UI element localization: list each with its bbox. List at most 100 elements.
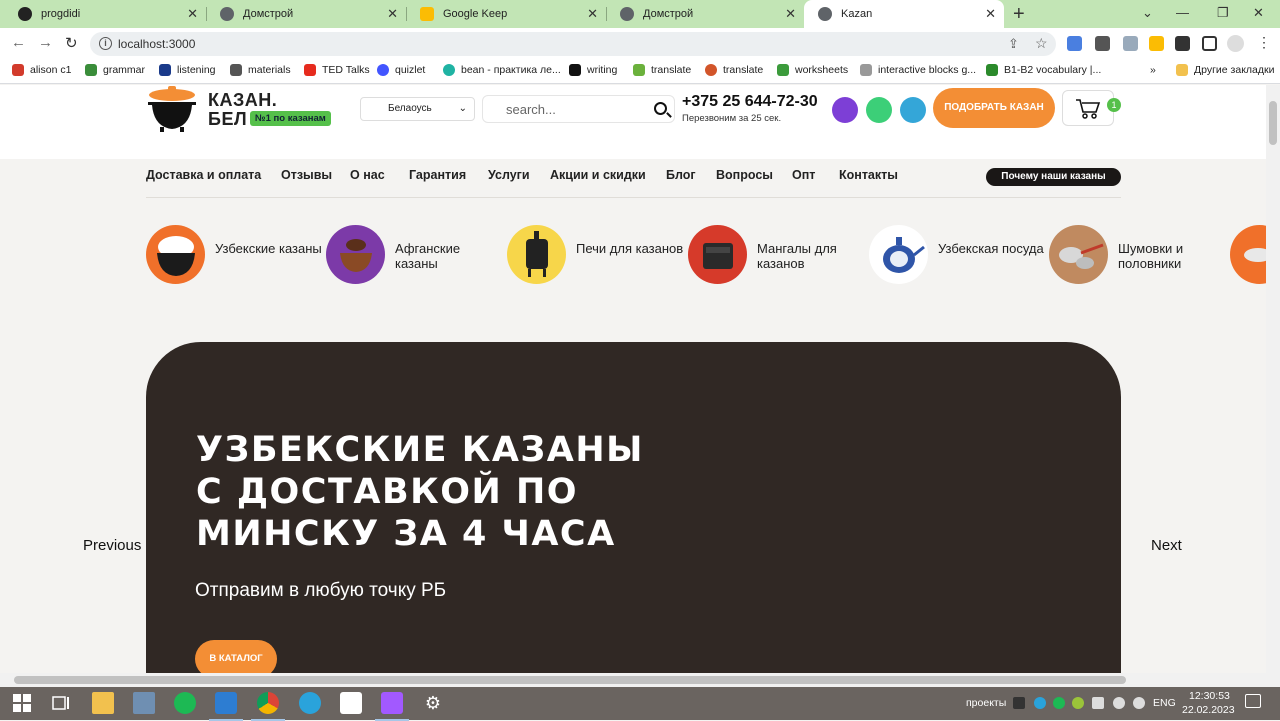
maximize-icon[interactable]: ❐	[1217, 5, 1229, 21]
puzzle-icon[interactable]	[1175, 36, 1190, 51]
close-icon[interactable]: ✕	[587, 7, 598, 21]
nav-wholesale[interactable]: Опт	[792, 168, 815, 182]
profile-avatar[interactable]	[1227, 35, 1244, 52]
figma-icon[interactable]	[375, 692, 409, 721]
site-info-icon[interactable]: i	[99, 37, 112, 50]
bookmark-item[interactable]: quizlet	[377, 64, 425, 76]
search-input[interactable]: search...	[482, 95, 675, 123]
back-icon[interactable]: ←	[11, 34, 26, 51]
minimize-icon[interactable]: —	[1176, 5, 1189, 20]
extension-icon[interactable]	[1123, 36, 1138, 51]
vscode-icon[interactable]	[209, 692, 243, 721]
bookmark-item[interactable]: materials	[230, 64, 291, 76]
scrollbar-thumb[interactable]	[1269, 101, 1277, 145]
chrome-icon[interactable]	[251, 692, 285, 721]
category-grills[interactable]: Мангалы для казанов	[688, 225, 858, 285]
logo-kazan-icon[interactable]	[146, 85, 198, 133]
category-stoves[interactable]: Печи для казанов	[507, 225, 683, 285]
tray-app-icon[interactable]	[1072, 697, 1084, 709]
input-language[interactable]: ENG	[1153, 697, 1176, 709]
cast-extension-icon[interactable]	[1095, 36, 1110, 51]
translate-extension-icon[interactable]	[1067, 36, 1082, 51]
url-text[interactable]: localhost:3000	[118, 37, 195, 51]
close-icon[interactable]: ✕	[785, 7, 796, 21]
notepad-icon[interactable]	[133, 692, 155, 714]
close-icon[interactable]: ✕	[187, 7, 198, 21]
tray-figma-icon[interactable]	[1013, 697, 1025, 709]
address-bar[interactable]: i localhost:3000 ⇪ ☆	[90, 32, 1056, 56]
windows-start-icon[interactable]	[11, 692, 33, 714]
carousel-previous-button[interactable]: Previous	[83, 537, 141, 554]
forward-icon[interactable]: →	[38, 34, 53, 51]
window-close-icon[interactable]: ✕	[1253, 5, 1264, 21]
category-uzbek-tableware[interactable]: Узбекская посуда	[869, 225, 1044, 285]
bookmark-star-icon[interactable]: ☆	[1035, 35, 1048, 52]
nav-services[interactable]: Услуги	[488, 168, 530, 182]
why-our-kazans-button[interactable]: Почему наши казаны	[986, 168, 1121, 186]
telegram-icon[interactable]	[900, 97, 926, 123]
tab-1[interactable]: Домстрой ✕	[206, 0, 407, 28]
bookmark-item[interactable]: bean - практика ле...	[443, 64, 561, 76]
menu-kebab-icon[interactable]: ⋮	[1257, 34, 1271, 51]
clock-date[interactable]: 22.02.2023	[1182, 704, 1235, 716]
bookmarks-overflow[interactable]: »	[1150, 64, 1156, 76]
close-icon[interactable]: ✕	[985, 7, 996, 21]
scrollbar-thumb[interactable]	[14, 676, 1126, 684]
tab-3[interactable]: Домстрой ✕	[606, 0, 804, 28]
tab-2[interactable]: Google Keep ✕	[406, 0, 607, 28]
nav-faq[interactable]: Вопросы	[716, 168, 773, 182]
bookmark-item[interactable]: translate	[633, 64, 691, 76]
category-afghan-kazans[interactable]: Афганские казаны	[326, 225, 496, 285]
category-partial[interactable]	[1230, 225, 1266, 285]
close-icon[interactable]: ✕	[387, 7, 398, 21]
keep-extension-icon[interactable]	[1149, 36, 1164, 51]
spotify-icon[interactable]	[174, 692, 196, 714]
side-panel-icon[interactable]	[1202, 36, 1217, 51]
bookmark-item[interactable]: grammar	[85, 64, 145, 76]
notion-icon[interactable]	[340, 692, 362, 714]
bookmark-item[interactable]: alison c1	[12, 64, 71, 76]
tray-spotify-icon[interactable]	[1053, 697, 1065, 709]
battery-icon[interactable]	[1092, 697, 1104, 709]
clock-time[interactable]: 12:30:53	[1189, 690, 1230, 702]
nav-warranty[interactable]: Гарантия	[409, 168, 466, 182]
phone-number[interactable]: +375 25 644-72-30	[682, 93, 818, 111]
tray-telegram-icon[interactable]	[1034, 697, 1046, 709]
nav-contacts[interactable]: Контакты	[839, 168, 898, 182]
bookmark-item[interactable]: translate	[705, 64, 763, 76]
new-tab-icon[interactable]: +	[1013, 3, 1025, 26]
search-icon[interactable]	[654, 102, 667, 115]
other-bookmarks[interactable]: Другие закладки	[1176, 64, 1274, 76]
tray-folder-label[interactable]: проекты	[966, 697, 1006, 709]
task-view-icon[interactable]	[50, 692, 72, 714]
wifi-icon[interactable]	[1113, 697, 1125, 709]
category-skimmers-ladles[interactable]: Шумовки и половники	[1049, 225, 1219, 285]
category-uzbek-kazans[interactable]: Узбекские казаны	[146, 225, 322, 285]
bookmark-item[interactable]: listening	[159, 64, 216, 76]
nav-blog[interactable]: Блог	[666, 168, 696, 182]
region-select[interactable]: Белаоусь ⌄	[360, 97, 475, 121]
nav-promotions[interactable]: Акции и скидки	[550, 168, 646, 182]
telegram-taskbar-icon[interactable]	[299, 692, 321, 714]
viber-icon[interactable]	[832, 97, 858, 123]
settings-gear-icon[interactable]: ⚙	[422, 692, 444, 714]
bookmark-item[interactable]: B1-B2 vocabulary |...	[986, 64, 1101, 76]
pick-kazan-button[interactable]: ПОДОБРАТЬ КАЗАН	[933, 88, 1055, 128]
tab-0[interactable]: progdidi ✕	[4, 0, 207, 28]
volume-icon[interactable]	[1133, 697, 1145, 709]
bookmark-item[interactable]: worksheets	[777, 64, 848, 76]
file-explorer-icon[interactable]	[92, 692, 114, 714]
vertical-scrollbar[interactable]	[1266, 85, 1280, 673]
share-icon[interactable]: ⇪	[1008, 36, 1019, 52]
bookmark-item[interactable]: TED Talks	[304, 64, 370, 76]
notifications-icon[interactable]	[1245, 694, 1261, 708]
catalog-button[interactable]: В КАТАЛОГ	[195, 640, 277, 673]
horizontal-scrollbar[interactable]	[0, 673, 1280, 687]
nav-reviews[interactable]: Отзывы	[281, 168, 332, 182]
nav-delivery[interactable]: Доставка и оплата	[146, 168, 261, 182]
bookmark-item[interactable]: writing	[569, 64, 617, 76]
tab-4-active[interactable]: Kazan ✕	[804, 0, 1004, 28]
tab-search-chevron-icon[interactable]: ⌄	[1142, 5, 1153, 21]
reload-icon[interactable]: ↻	[65, 34, 78, 52]
carousel-next-button[interactable]: Next	[1151, 537, 1182, 554]
